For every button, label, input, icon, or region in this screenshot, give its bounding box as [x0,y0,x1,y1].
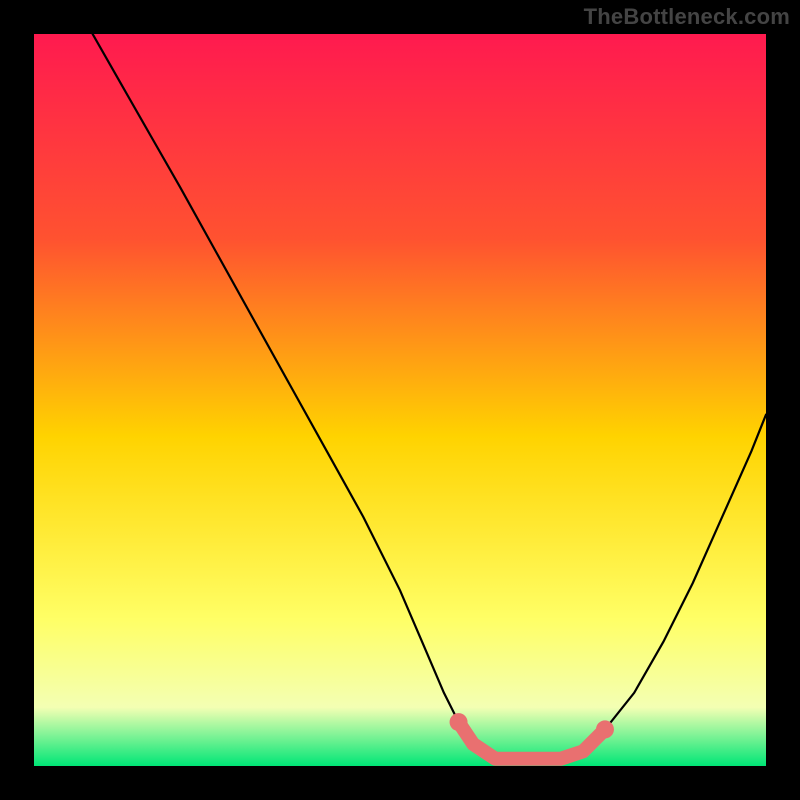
chart-svg [34,34,766,766]
optimal-zone-start-marker [450,713,468,731]
watermark-label: TheBottleneck.com [584,4,790,30]
optimal-zone-end-marker [596,720,614,738]
chart-frame: TheBottleneck.com [0,0,800,800]
plot-area [34,34,766,766]
